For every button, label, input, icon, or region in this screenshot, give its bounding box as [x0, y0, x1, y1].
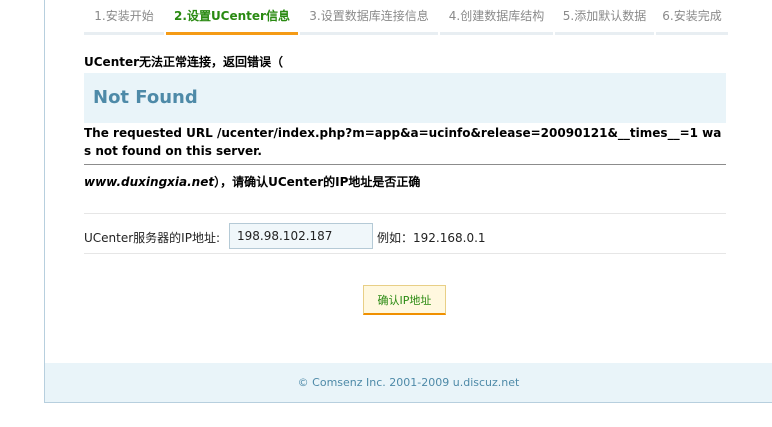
error-title: Not Found: [93, 87, 198, 108]
error-title-box: Not Found: [84, 73, 726, 123]
step-1: 1.安装开始: [84, 0, 164, 35]
form-divider-top: [84, 213, 726, 214]
error-divider: [84, 164, 726, 165]
footer-copyright: © Comsenz Inc. 2001-2009 u.discuz.net: [297, 376, 520, 389]
error-confirm-text: www.duxingxia.net），请确认UCenter的IP地址是否正确: [84, 173, 420, 190]
error-message: The requested URL /ucenter/index.php?m=a…: [84, 126, 722, 158]
step-4: 4.创建数据库结构: [440, 0, 553, 35]
install-steps: 1.安装开始 2.设置UCenter信息 3.设置数据库连接信息 4.创建数据库…: [84, 0, 730, 36]
ip-input[interactable]: [229, 223, 373, 249]
error-confirm-suffix: ），请确认UCenter的IP地址是否正确: [214, 175, 421, 189]
step-6: 6.安装完成: [656, 0, 728, 35]
ip-example-hint: 例如：192.168.0.1: [377, 231, 486, 245]
form-divider-bottom: [84, 253, 726, 254]
step-2-active: 2.设置UCenter信息: [166, 0, 298, 35]
footer: © Comsenz Inc. 2001-2009 u.discuz.net: [45, 363, 772, 402]
confirm-ip-button[interactable]: 确认IP地址: [363, 285, 446, 315]
error-intro-text: UCenter无法正常连接，返回错误（: [84, 55, 284, 69]
ip-field-label: UCenter服务器的IP地址:: [84, 231, 220, 245]
error-host: www.duxingxia.net: [84, 175, 215, 189]
step-5: 5.添加默认数据: [555, 0, 654, 35]
step-3: 3.设置数据库连接信息: [300, 0, 438, 35]
